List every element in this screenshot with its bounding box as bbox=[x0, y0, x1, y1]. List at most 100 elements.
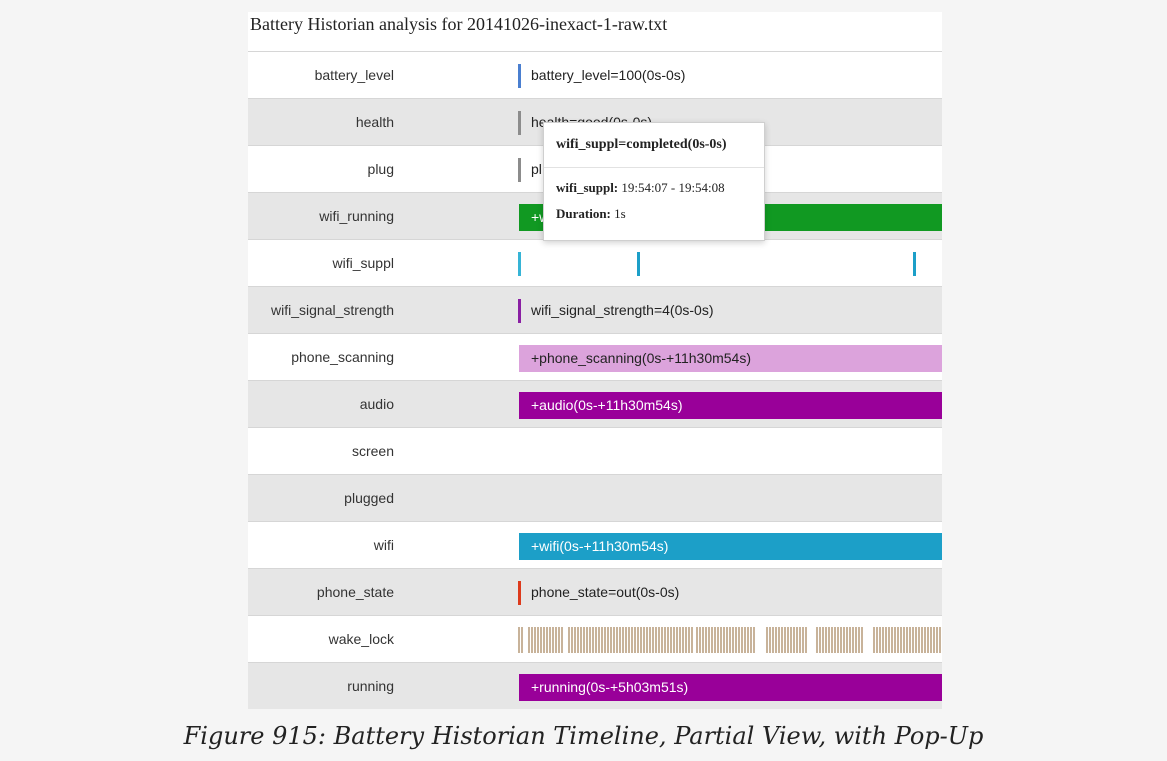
event-marker[interactable] bbox=[518, 64, 521, 88]
wake-lock-tick bbox=[537, 627, 539, 653]
wake-lock-tick bbox=[772, 627, 774, 653]
event-label: phone_state=out(0s-0s) bbox=[531, 584, 680, 600]
wake-lock-tick bbox=[543, 627, 545, 653]
event-label: wifi_signal_strength=4(0s-0s) bbox=[531, 302, 714, 318]
wake-lock-tick bbox=[595, 627, 597, 653]
row-label: wifi_suppl bbox=[332, 255, 394, 271]
wake-lock-tick bbox=[682, 627, 684, 653]
wake-lock-tick bbox=[885, 627, 887, 653]
popup-range-line: wifi_suppl: 19:54:07 - 19:54:08 bbox=[544, 180, 764, 196]
wake-lock-tick bbox=[888, 627, 890, 653]
row-label: audio bbox=[359, 396, 394, 412]
wake-lock-tick bbox=[646, 627, 648, 653]
wake-lock-tick bbox=[561, 627, 563, 653]
row-label: phone_state bbox=[316, 584, 394, 600]
wake-lock-tick bbox=[882, 627, 884, 653]
event-marker[interactable] bbox=[518, 158, 521, 182]
event-marker[interactable] bbox=[518, 299, 521, 323]
wake-lock-tick bbox=[552, 627, 554, 653]
row-wake-lock[interactable]: wake_lock bbox=[248, 615, 942, 662]
wake-lock-tick bbox=[604, 627, 606, 653]
event-bar[interactable]: +wifi(0s-+11h30m54s) bbox=[519, 533, 942, 560]
event-bar[interactable]: +audio(0s-+11h30m54s) bbox=[519, 392, 942, 419]
wake-lock-tick bbox=[790, 627, 792, 653]
row-label: battery_level bbox=[314, 67, 394, 83]
wake-lock-tick bbox=[855, 627, 857, 653]
row-wifi-suppl[interactable]: wifi_suppl bbox=[248, 239, 942, 286]
row-label: phone_scanning bbox=[291, 349, 394, 365]
row-audio[interactable]: audio +audio(0s-+11h30m54s) bbox=[248, 380, 942, 427]
row-phone-state[interactable]: phone_state phone_state=out(0s-0s) bbox=[248, 568, 942, 615]
wake-lock-tick bbox=[936, 627, 938, 653]
row-battery-level[interactable]: battery_level battery_level=100(0s-0s) bbox=[248, 51, 942, 98]
wake-lock-tick bbox=[583, 627, 585, 653]
event-marker[interactable] bbox=[637, 252, 640, 276]
wake-lock-tick bbox=[858, 627, 860, 653]
wake-lock-tick bbox=[891, 627, 893, 653]
wake-lock-tick bbox=[822, 627, 824, 653]
wake-lock-tick bbox=[586, 627, 588, 653]
wake-lock-tick bbox=[555, 627, 557, 653]
wake-lock-tick bbox=[930, 627, 932, 653]
wake-lock-tick bbox=[831, 627, 833, 653]
wake-lock-tick bbox=[631, 627, 633, 653]
row-phone-scanning[interactable]: phone_scanning +phone_scanning(0s-+11h30… bbox=[248, 333, 942, 380]
wake-lock-tick bbox=[738, 627, 740, 653]
wake-lock-tick bbox=[643, 627, 645, 653]
row-label: running bbox=[347, 678, 394, 694]
wake-lock-events[interactable] bbox=[518, 627, 942, 653]
wake-lock-tick bbox=[766, 627, 768, 653]
event-bar[interactable]: +running(0s-+5h03m51s) bbox=[519, 674, 942, 701]
row-wifi[interactable]: wifi +wifi(0s-+11h30m54s) bbox=[248, 521, 942, 568]
wake-lock-tick bbox=[616, 627, 618, 653]
wake-lock-tick bbox=[753, 627, 755, 653]
wake-lock-tick bbox=[816, 627, 818, 653]
wake-lock-tick bbox=[723, 627, 725, 653]
row-label: wifi_running bbox=[319, 208, 394, 224]
row-label: wake_lock bbox=[328, 631, 394, 647]
wake-lock-tick bbox=[673, 627, 675, 653]
wake-lock-tick bbox=[781, 627, 783, 653]
wake-lock-tick bbox=[849, 627, 851, 653]
wake-lock-tick bbox=[640, 627, 642, 653]
wake-lock-tick bbox=[568, 627, 570, 653]
row-running[interactable]: running +running(0s-+5h03m51s) bbox=[248, 662, 942, 709]
popup-duration-key: Duration: bbox=[556, 206, 611, 221]
row-wifi-signal-strength[interactable]: wifi_signal_strength wifi_signal_strengt… bbox=[248, 286, 942, 333]
wake-lock-tick bbox=[939, 627, 941, 653]
wake-lock-tick bbox=[658, 627, 660, 653]
wake-lock-tick bbox=[796, 627, 798, 653]
wake-lock-tick bbox=[577, 627, 579, 653]
wake-lock-tick bbox=[549, 627, 551, 653]
wake-lock-tick bbox=[837, 627, 839, 653]
wake-lock-tick bbox=[589, 627, 591, 653]
wake-lock-tick bbox=[518, 627, 520, 653]
row-plugged[interactable]: plugged bbox=[248, 474, 942, 521]
wake-lock-tick bbox=[528, 627, 530, 653]
event-label: battery_level=100(0s-0s) bbox=[531, 67, 686, 83]
event-marker[interactable] bbox=[518, 581, 521, 605]
wake-lock-tick bbox=[903, 627, 905, 653]
wake-lock-tick bbox=[843, 627, 845, 653]
event-bar[interactable]: +phone_scanning(0s-+11h30m54s) bbox=[519, 345, 942, 372]
wake-lock-tick bbox=[726, 627, 728, 653]
wake-lock-tick bbox=[906, 627, 908, 653]
event-marker[interactable] bbox=[518, 252, 521, 276]
wake-lock-tick bbox=[534, 627, 536, 653]
wake-lock-tick bbox=[685, 627, 687, 653]
wake-lock-tick bbox=[622, 627, 624, 653]
wake-lock-tick bbox=[787, 627, 789, 653]
wake-lock-tick bbox=[705, 627, 707, 653]
row-label: screen bbox=[351, 443, 394, 459]
figure-caption: Figure 915: Battery Historian Timeline, … bbox=[183, 722, 984, 750]
wake-lock-tick bbox=[540, 627, 542, 653]
wake-lock-tick bbox=[799, 627, 801, 653]
row-label: plug bbox=[367, 161, 394, 177]
event-marker[interactable] bbox=[518, 111, 521, 135]
popup-header: wifi_suppl=completed(0s-0s) bbox=[544, 123, 764, 168]
event-marker[interactable] bbox=[913, 252, 916, 276]
wake-lock-tick bbox=[828, 627, 830, 653]
row-screen[interactable]: screen bbox=[248, 427, 942, 474]
wake-lock-tick bbox=[546, 627, 548, 653]
wake-lock-tick bbox=[879, 627, 881, 653]
